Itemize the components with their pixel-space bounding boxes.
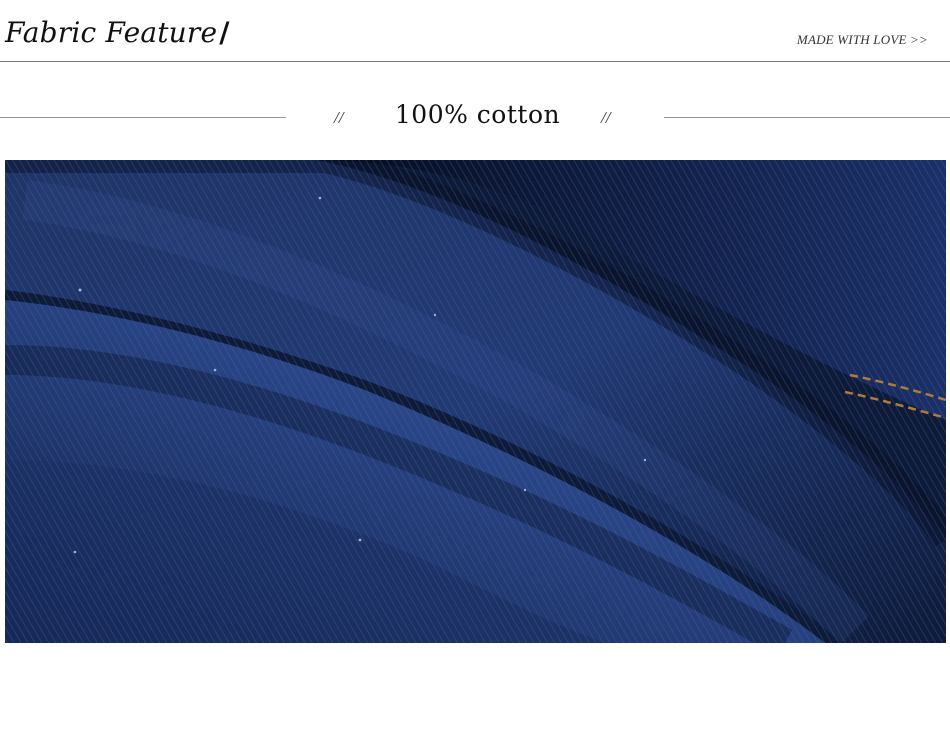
fiber-speck (78, 288, 82, 292)
section-rule-right (664, 117, 950, 118)
fiber-speck (318, 196, 322, 200)
section-mark-right: // (601, 108, 611, 127)
section-mark-left: // (334, 108, 344, 127)
page-title: Fabric Feature/ (5, 16, 230, 49)
section-rule-left (0, 117, 286, 118)
twill-texture (5, 160, 946, 643)
page-title-text: Fabric Feature (5, 16, 218, 49)
fiber-speck (213, 368, 217, 372)
section-title: 100% cotton (394, 100, 561, 129)
fiber-speck (643, 458, 647, 462)
header: Fabric Feature/ MADE WITH LOVE >> (0, 0, 950, 62)
fiber-speck (358, 538, 362, 542)
fiber-speck (433, 313, 437, 317)
fiber-speck (523, 488, 527, 492)
denim-fabric-image (5, 160, 946, 643)
header-divider (0, 61, 950, 62)
title-slash-mark: / (219, 16, 230, 49)
fiber-speck (73, 550, 77, 554)
tagline: MADE WITH LOVE >> (796, 32, 928, 47)
denim-fabric-illustration (5, 160, 946, 643)
